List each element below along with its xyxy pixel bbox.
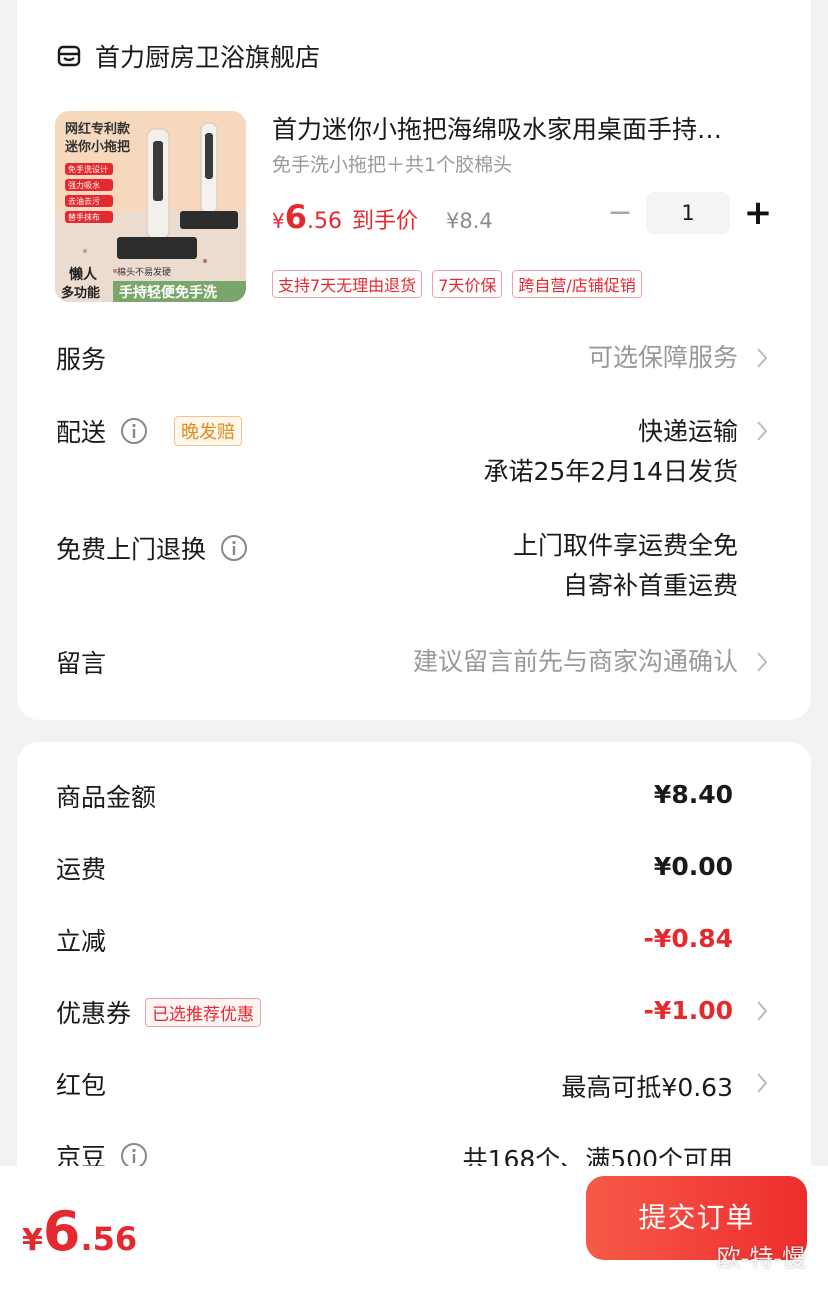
chevron-right-icon [757, 1001, 768, 1021]
store-icon [57, 45, 81, 67]
image-bullet: 去油去污 [68, 196, 100, 206]
image-banner: 手持轻便免手洗 [119, 284, 217, 301]
image-bullet: 替手抹布 [68, 212, 100, 222]
watermark: 欧-特-慢 [716, 1244, 806, 1272]
delivery-label-group: 配送 晚发赔 [56, 413, 243, 449]
delivery-label: 配送 [56, 418, 107, 447]
quantity-input[interactable]: 1 [646, 192, 730, 234]
shipping-fee-label: 运费 [56, 855, 107, 884]
goods-amount-label: 商品金额 [56, 783, 157, 812]
goods-amount-value: ¥8.40 [653, 780, 733, 809]
coupon-label: 优惠券 [56, 999, 132, 1028]
delivery-date: 承诺25年2月14日发货 [483, 457, 738, 486]
decrease-button[interactable]: − [602, 193, 638, 233]
price-integer: 6 [284, 198, 307, 236]
total-currency: ¥ [22, 1223, 43, 1258]
delivery-method: 快递运输 [637, 417, 738, 446]
total-decimal: .56 [80, 1220, 138, 1258]
image-corner-line2: 多功能 [61, 285, 100, 301]
price-currency: ¥ [272, 209, 285, 233]
message-input[interactable]: 建议留言前先与商家沟通确认 [413, 642, 738, 682]
info-icon[interactable] [120, 417, 148, 445]
total-integer: 6 [42, 1200, 81, 1263]
checkout-bar: ¥ 6 .56 提交订单 欧-特-慢 [0, 1166, 828, 1290]
coupon-label-group: 优惠券 已选推荐优惠 [56, 994, 262, 1030]
chevron-right-icon [757, 1073, 768, 1093]
product-title[interactable]: 首力迷你小拖把海绵吸水家用桌面手持… [272, 110, 772, 146]
original-price: ¥8.4 [446, 209, 493, 233]
service-label: 服务 [56, 345, 107, 374]
red-packet-value: 最高可抵¥0.63 [561, 1073, 733, 1102]
free-return-line2: 自寄补首重运费 [562, 571, 738, 600]
chevron-right-icon [757, 652, 768, 672]
free-return-label: 免费上门退换 [56, 535, 207, 564]
chevron-right-icon [757, 348, 768, 368]
service-tags: 支持7天无理由退货 7天价保 跨自营/店铺促销 [272, 270, 652, 298]
coupon-value: -¥1.00 [643, 996, 733, 1025]
image-bullet: 强力吸水 [68, 180, 100, 190]
red-packet-label: 红包 [56, 1071, 107, 1100]
price-decimal: .56 [307, 209, 342, 234]
product-thumbnail[interactable]: 网红专利款 迷你小拖把 免手洗设计 强力吸水 去油去污 替手抹布 棉头不易发硬 … [55, 111, 246, 302]
image-text-line2: 迷你小拖把 [64, 139, 130, 155]
message-label: 留言 [56, 649, 107, 678]
free-return-label-group: 免费上门退换 [56, 530, 248, 566]
quantity-stepper: − 1 + [602, 192, 778, 234]
image-text-line1: 网红专利款 [65, 121, 131, 137]
tag-promo: 跨自营/店铺促销 [512, 270, 642, 298]
store-name: 首力厨房卫浴旗舰店 [95, 43, 321, 72]
total-price: ¥ 6 .56 [22, 1200, 137, 1263]
free-return-line1: 上门取件享运费全免 [512, 531, 738, 560]
late-compensation-badge: 晚发赔 [174, 416, 243, 446]
tag-price-protect: 7天价保 [432, 270, 503, 298]
increase-button[interactable]: + [738, 193, 778, 233]
delivery-value: 快递运输 承诺25年2月14日发货 [483, 412, 738, 492]
info-icon[interactable] [220, 534, 248, 562]
product-price: ¥ 6 .56 到手价 ¥8.4 [272, 198, 493, 236]
tag-return: 支持7天无理由退货 [272, 270, 423, 298]
image-bullet: 免手洗设计 [68, 164, 108, 174]
instant-discount-value: -¥0.84 [643, 924, 733, 953]
instant-discount-label: 立减 [56, 927, 107, 956]
chevron-right-icon [757, 421, 768, 441]
image-note: 棉头不易发硬 [117, 266, 171, 278]
shipping-fee-value: ¥0.00 [653, 852, 733, 881]
service-value: 可选保障服务 [587, 343, 738, 372]
order-item-card: 首力厨房卫浴旗舰店 网红专利款 迷你小拖把 免手洗设计 强力吸水 去油去污 替手… [17, 0, 811, 720]
product-spec[interactable]: 免手洗小拖把＋共1个胶棉头 [272, 150, 512, 177]
free-return-value: 上门取件享运费全免 自寄补首重运费 [513, 526, 738, 606]
price-label: 到手价 [352, 209, 419, 234]
recommended-coupon-badge: 已选推荐优惠 [145, 997, 262, 1027]
image-corner-line1: 懒人 [69, 266, 98, 283]
store-header[interactable]: 首力厨房卫浴旗舰店 [57, 38, 320, 74]
